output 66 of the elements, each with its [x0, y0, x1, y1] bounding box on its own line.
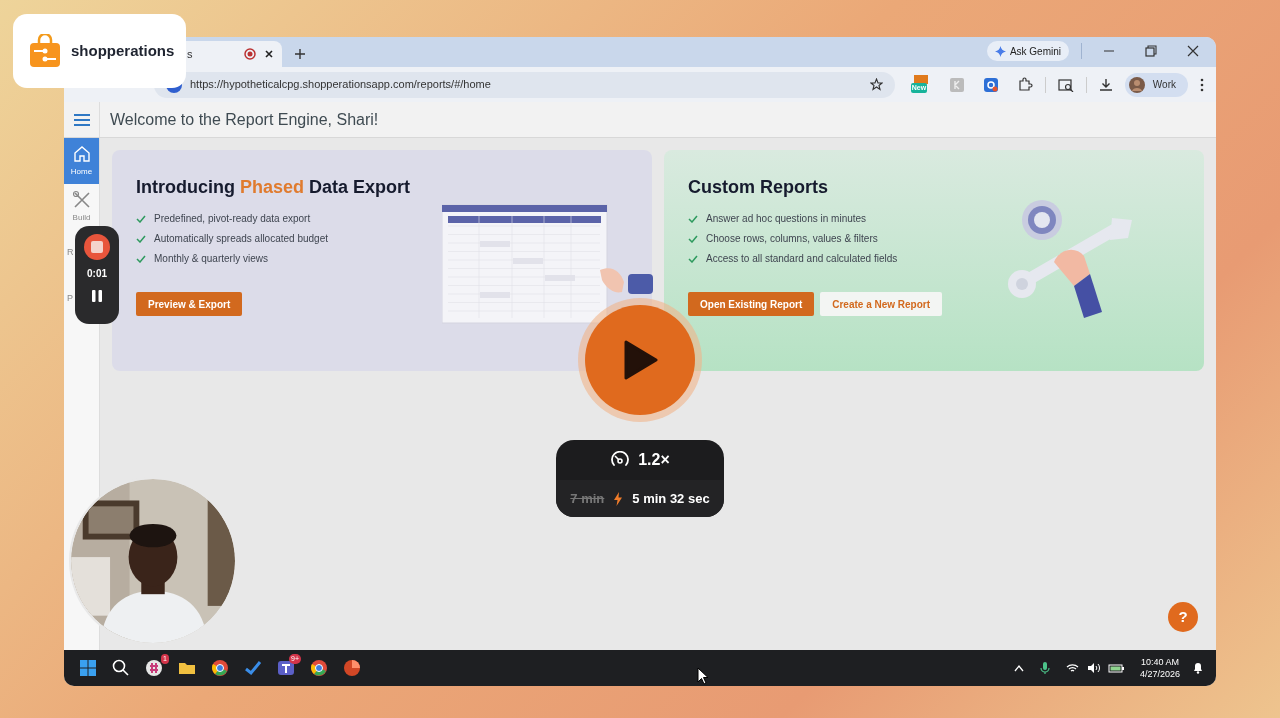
feature-text: Automatically spreads allocated budget [154, 232, 328, 246]
check-icon [136, 234, 146, 243]
check-icon [136, 254, 146, 263]
card-title: Custom Reports [688, 176, 829, 199]
lightning-icon [614, 491, 623, 506]
notification-bell-icon[interactable] [1192, 662, 1204, 674]
clock-date[interactable]: 4/27/2026 [1139, 668, 1180, 680]
star-icon[interactable] [869, 78, 883, 91]
original-duration: 7 min [570, 489, 605, 508]
chevron-up-icon[interactable] [1013, 664, 1024, 672]
check-icon [688, 254, 698, 263]
brand-name: shopperations [71, 40, 175, 61]
url-text: https://hypotheticalcpg.shopperationsapp.com/reports/#/home [190, 77, 492, 93]
home-icon [71, 144, 92, 164]
clock-time[interactable]: 10:40 AM [1140, 656, 1179, 668]
tools-icon [71, 190, 92, 210]
browser-icon[interactable] [210, 658, 230, 678]
microphone-icon[interactable] [1039, 661, 1050, 675]
checkmark-icon[interactable] [243, 658, 263, 678]
sidebar-item[interactable]: Build [64, 184, 99, 230]
more-icon[interactable] [1200, 77, 1204, 92]
profile-button[interactable]: Work [1124, 72, 1188, 97]
speedometer-icon [610, 451, 631, 469]
search-icon[interactable] [111, 658, 131, 678]
feature-text: Predefined, pivot-ready data export [154, 212, 311, 226]
tab-title: s [187, 46, 194, 62]
shopping-bag-logo-icon [29, 34, 61, 68]
card-button[interactable]: Create a New Report [820, 292, 943, 316]
ask-gemini-button[interactable]: Ask Gemini [986, 41, 1069, 61]
sparkle-icon [994, 45, 1006, 57]
feature-text: Monthly & quarterly views [154, 252, 268, 266]
feature-text: Choose rows, columns, values & filters [706, 232, 878, 246]
windows-start-icon[interactable] [78, 658, 98, 678]
battery-icon[interactable] [1107, 663, 1124, 673]
feature-text: Access to all standard and calculated fields [706, 252, 898, 266]
avatar-icon [1128, 76, 1145, 93]
playback-speed-button[interactable]: 1.2× [610, 440, 670, 480]
sidebar-item[interactable]: Home [64, 138, 99, 184]
volume-icon[interactable] [1086, 663, 1100, 673]
presentation-app-icon[interactable] [342, 658, 362, 678]
extension-icon[interactable] [983, 77, 998, 92]
sped-up-duration: 5 min 32 sec [632, 489, 710, 508]
page-title: Welcome to the Report Engine, Shari! [109, 109, 379, 130]
mouse-cursor-icon [697, 667, 709, 685]
stop-button[interactable] [84, 234, 110, 260]
card-button[interactable]: Open Existing Report [688, 292, 815, 316]
chat-app-icon[interactable] [144, 658, 164, 678]
download-icon[interactable] [1098, 77, 1113, 92]
check-icon [136, 214, 146, 223]
wifi-icon[interactable] [1065, 663, 1079, 673]
puzzle-icon[interactable] [1017, 77, 1033, 92]
check-icon [688, 234, 698, 243]
search-page-icon[interactable] [1057, 77, 1074, 92]
card-title: Introducing Phased Data Export [136, 176, 412, 199]
pause-icon[interactable] [91, 289, 103, 303]
new-tab-icon[interactable] [294, 48, 306, 60]
recording-timer: 0:01 [87, 267, 107, 281]
card-button[interactable]: Preview & Export [136, 292, 243, 316]
check-icon [688, 214, 698, 223]
play-icon [622, 340, 658, 380]
feature-text: Answer ad hoc questions in minutes [706, 212, 867, 226]
browser-tab[interactable]: s [186, 41, 282, 67]
menu-icon[interactable] [73, 113, 90, 126]
close-icon[interactable] [264, 49, 274, 59]
browser-icon[interactable] [309, 658, 329, 678]
address-bar[interactable]: https://hypotheticalcpg.shopperationsapp.com/reports/#/home [154, 71, 895, 98]
